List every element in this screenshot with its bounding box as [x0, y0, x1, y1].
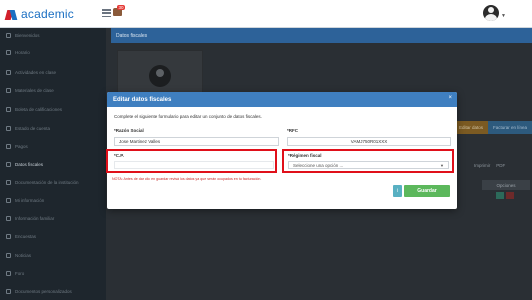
sidebar-item-label: Noticias: [15, 252, 32, 258]
sidebar-item-label: Estado de cuenta: [15, 125, 51, 131]
sidebar-item-label: Documentación de la institución: [15, 179, 79, 185]
sidebar-item[interactable]: Noticias: [0, 248, 106, 262]
logo-text: academic: [21, 7, 74, 21]
user-icon: [156, 69, 164, 77]
razon-social-label: *Razón Social: [114, 128, 144, 133]
sidebar-item-label: Actividades en clase: [15, 69, 57, 75]
top-bar: academic 30 ▼: [0, 0, 532, 28]
user-avatar[interactable]: [483, 5, 499, 21]
edit-tax-data-modal: Editar datos fiscales × Complete el sigu…: [106, 92, 457, 209]
close-icon[interactable]: ×: [448, 95, 452, 101]
modal-title: Editar datos fiscales: [113, 96, 172, 103]
rfc-input[interactable]: VAMJ750R01XXX: [287, 137, 451, 146]
tax-icon: [6, 161, 11, 167]
edit-data-button[interactable]: Editar datos: [454, 121, 488, 134]
sidebar-item[interactable]: Encuestas: [0, 229, 106, 243]
sidebar-item[interactable]: Horario: [0, 45, 106, 59]
sidebar-item[interactable]: Boleta de calificaciones: [0, 102, 106, 116]
sidebar-item-label: Pagos: [15, 143, 28, 149]
cp-input[interactable]: [114, 161, 274, 169]
regimen-select-value: Seleccione una opción ...: [293, 162, 344, 168]
sidebar-item[interactable]: Actividades en clase: [0, 65, 106, 79]
sidebar-item-label: Documentos personalizados: [15, 288, 72, 294]
sidebar-item-label: Boleta de calificaciones: [15, 106, 63, 112]
sidebar-item[interactable]: Bienvenidos: [0, 28, 106, 42]
cp-label: *C.P.: [114, 153, 124, 158]
home-icon: [6, 32, 11, 38]
pdf-button[interactable]: PDF: [496, 163, 505, 168]
family-icon: [6, 215, 11, 221]
chevron-down-icon: ▼: [440, 163, 444, 168]
info-icon: [6, 197, 11, 203]
save-button[interactable]: Guardar: [404, 185, 450, 197]
account-icon: [6, 125, 11, 131]
sidebar-item-label: Materiales de clase: [15, 87, 54, 93]
sidebar-item[interactable]: Pagos: [0, 139, 106, 153]
sidebar-item[interactable]: Mi información: [0, 193, 106, 207]
panel-title: Datos fiscales: [111, 28, 532, 43]
modal-header: Editar datos fiscales ×: [107, 92, 457, 107]
table-header-options: Opciones: [482, 180, 530, 190]
delete-icon[interactable]: [506, 192, 514, 199]
print-button[interactable]: Imprimir: [474, 163, 490, 168]
notifications-button[interactable]: 30: [113, 5, 126, 17]
news-icon: [6, 252, 11, 258]
export-tools: Imprimir PDF: [474, 163, 505, 168]
regimen-select[interactable]: Seleccione una opción ... ▼: [288, 161, 449, 169]
sidebar-item-label: Foro: [15, 270, 25, 276]
book-icon: [6, 87, 11, 93]
row-actions: [496, 192, 514, 199]
save-note: NOTA: Antes de dar clic en guardar revis…: [112, 177, 262, 181]
activity-icon: [6, 69, 11, 75]
online-invoice-button[interactable]: Facturar en línea: [488, 121, 532, 134]
regimen-label: *Régimen fiscal: [288, 153, 322, 158]
calendar-icon: [6, 49, 11, 55]
sidebar-item-active[interactable]: Datos fiscales: [0, 157, 106, 171]
sidebar-item-label: Horario: [15, 49, 30, 55]
sidebar-item[interactable]: Materiales de clase: [0, 83, 106, 97]
document-icon: [6, 288, 11, 294]
modal-description: Complete el siguiente formulario para ed…: [114, 114, 262, 119]
sidebar-item[interactable]: Estado de cuenta: [0, 121, 106, 135]
payment-icon: [6, 143, 11, 149]
sidebar-item-label: Información familiar: [15, 215, 55, 221]
sidebar-item-label: Encuestas: [15, 233, 37, 239]
sidebar-item[interactable]: Foro: [0, 266, 106, 280]
grades-icon: [6, 106, 11, 112]
edit-icon[interactable]: [496, 192, 504, 199]
sidebar-item[interactable]: Documentación de la institución: [0, 175, 106, 189]
info-button[interactable]: i: [393, 185, 402, 197]
sidebar-item-label: Mi información: [15, 197, 45, 203]
razon-social-input[interactable]: Jose Martinez Valles: [114, 137, 279, 146]
logo[interactable]: academic: [4, 7, 74, 21]
sidebar-item-label: Datos fiscales: [15, 161, 44, 167]
notification-count-badge: 30: [117, 5, 126, 10]
document-icon: [6, 179, 11, 185]
sidebar-item[interactable]: Información familiar: [0, 211, 106, 225]
sidebar-item[interactable]: Documentos personalizados: [0, 284, 106, 298]
rfc-label: *RFC: [287, 128, 298, 133]
menu-toggle-icon[interactable]: [102, 9, 111, 18]
chevron-down-icon[interactable]: ▼: [501, 13, 506, 19]
survey-icon: [6, 233, 11, 239]
logo-icon: [4, 9, 18, 20]
forum-icon: [6, 270, 11, 276]
sidebar: Bienvenidos Horario Actividades en clase…: [0, 28, 106, 300]
sidebar-item-label: Bienvenidos: [15, 32, 40, 38]
